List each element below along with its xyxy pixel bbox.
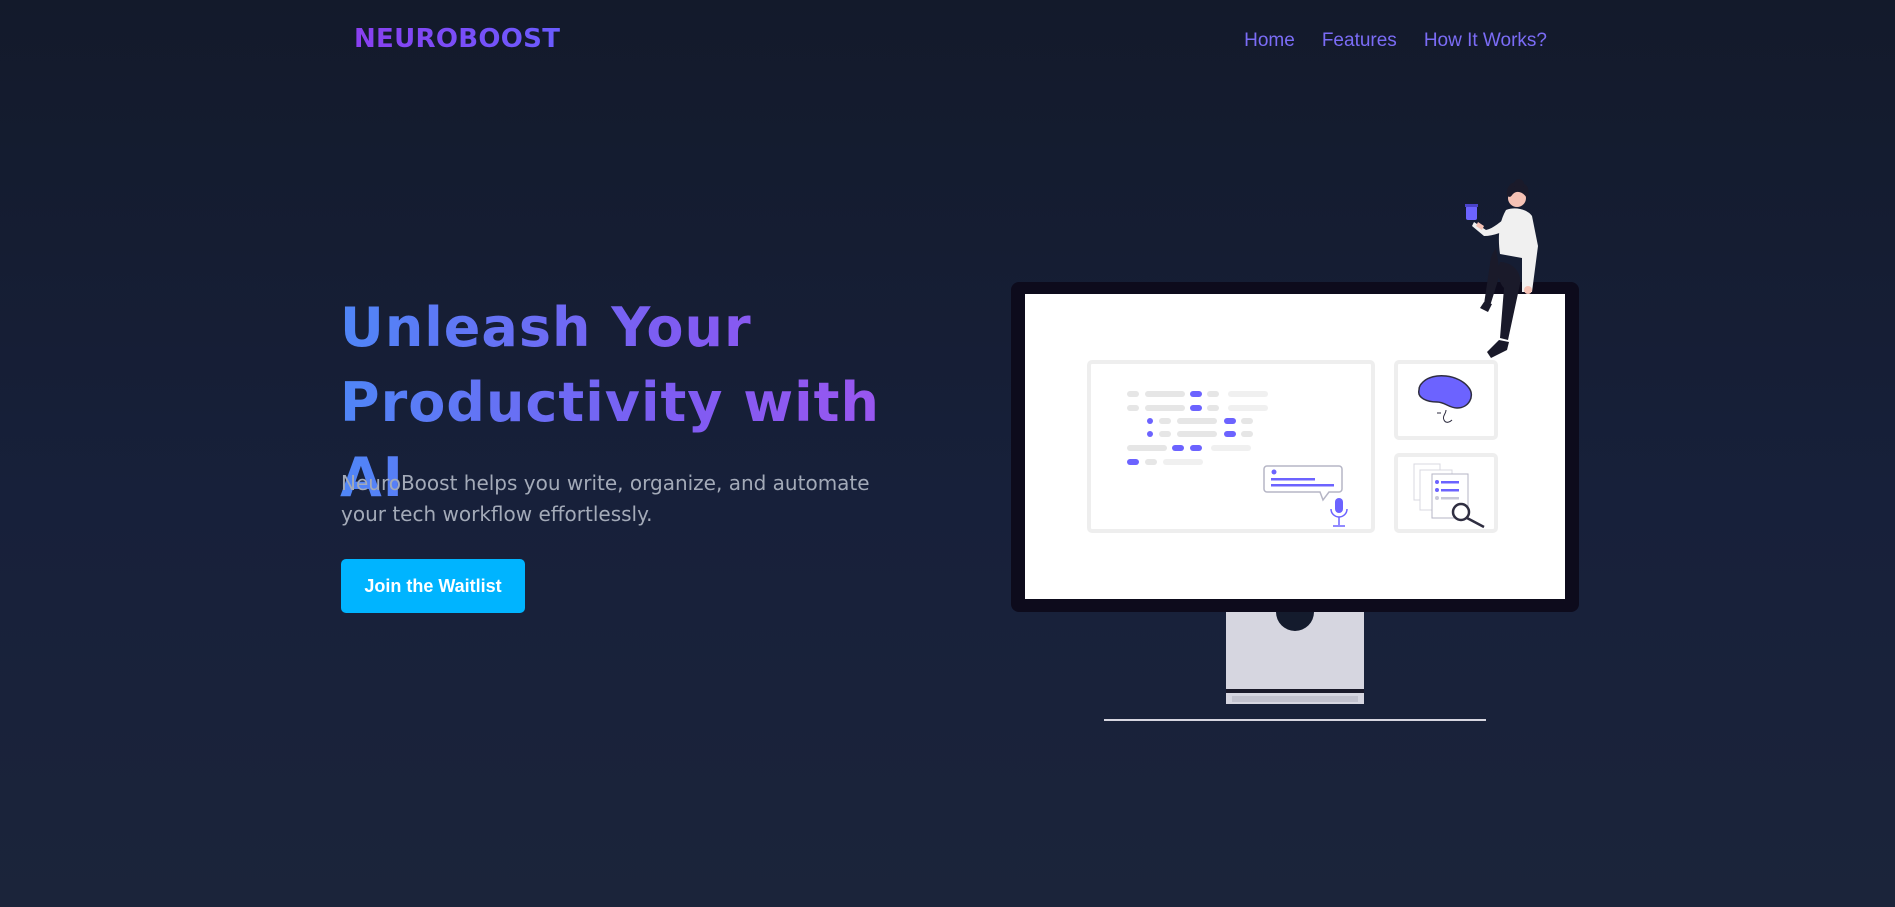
hero-illustration: [1000, 170, 1600, 734]
hero-title-line-1: Unleash Your: [340, 296, 752, 359]
monitor-stand-icon: [1104, 612, 1486, 721]
nav-links: Home Features How It Works?: [1244, 30, 1547, 52]
nav-link-features[interactable]: Features: [1322, 30, 1397, 52]
hero-subtitle: NeuroBoost helps you write, organize, an…: [341, 468, 901, 530]
nav-link-how-it-works[interactable]: How It Works?: [1424, 30, 1547, 52]
nav-link-home[interactable]: Home: [1244, 30, 1295, 52]
top-nav: NEUROBOOST Home Features How It Works?: [0, 0, 1895, 84]
hero-subtitle-line-1: NeuroBoost helps you write, organize, an…: [341, 471, 870, 495]
hero-subtitle-line-2: your tech workflow effortlessly.: [341, 502, 653, 526]
join-waitlist-button[interactable]: Join the Waitlist: [341, 559, 525, 613]
brand-logo[interactable]: NEUROBOOST: [354, 24, 560, 54]
monitor-illustration: [1011, 179, 1579, 721]
monitor-icon: [1011, 282, 1579, 612]
